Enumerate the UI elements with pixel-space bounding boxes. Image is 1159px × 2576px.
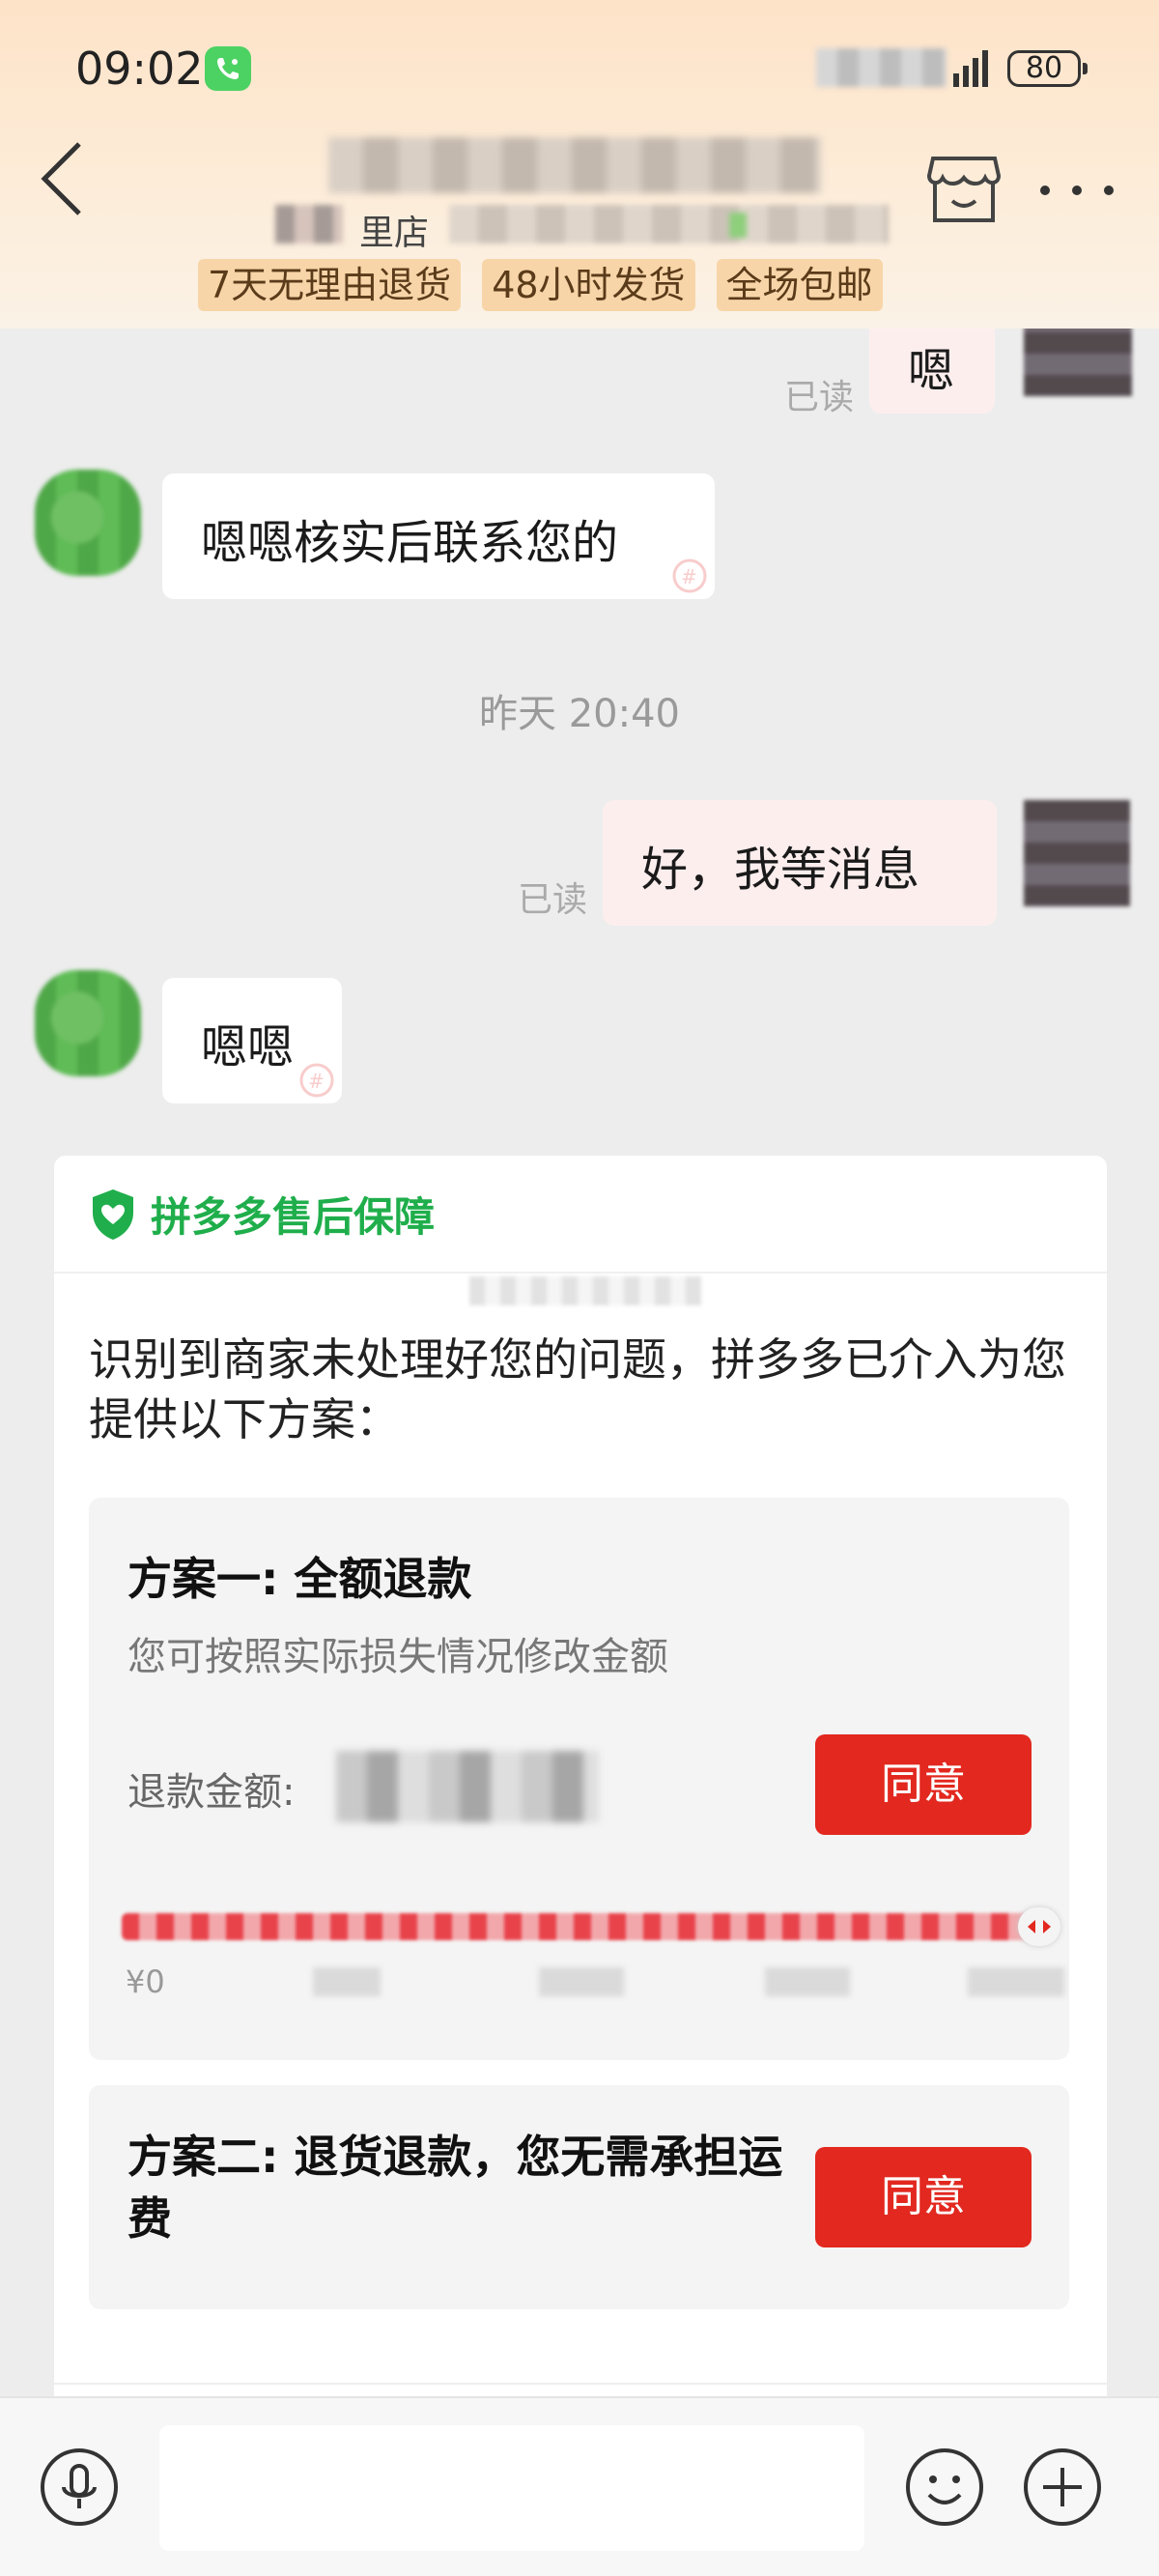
shop-subtitle-blurred <box>449 205 889 243</box>
shield-icon <box>93 1188 133 1240</box>
plan1-title: 方案一: 全额退款 <box>127 1553 472 1605</box>
plan2-title: 方案二: 退货退款，您无需承担运费 <box>127 2131 783 2245</box>
emoji-icon[interactable] <box>904 2447 985 2528</box>
refund-amount-slider[interactable] <box>122 1913 1035 1940</box>
plan1-agree-button[interactable]: 同意 <box>815 1734 1032 1835</box>
shop-title-blurred <box>328 137 821 193</box>
slider-tick-blurred <box>539 1967 624 1996</box>
refund-amount-label: 退款金额: <box>127 1770 296 1815</box>
signal-icon <box>953 50 988 87</box>
store-icon[interactable] <box>927 155 1001 224</box>
plan2-agree-button[interactable]: 同意 <box>815 2147 1032 2247</box>
slider-tick-blurred <box>765 1967 850 1996</box>
after-sales-card: 拼多多售后保障 识别到商家未处理好您的问题，拼多多已介入为您提供以下方案： 方案… <box>54 1156 1107 2396</box>
back-icon[interactable] <box>39 140 87 217</box>
card-bottom-divider <box>54 2383 1107 2385</box>
slider-min-label: ¥0 <box>126 1963 165 2000</box>
card-header: 拼多多售后保障 <box>89 1185 435 1244</box>
shop-subtitle-prefix: 里店 <box>359 214 430 253</box>
message-bubble-mine[interactable]: 嗯 <box>869 329 995 414</box>
slider-arrows-icon <box>1028 1920 1051 1933</box>
message-bubble-seller[interactable]: 嗯嗯核实后联系您的 # <box>162 473 715 599</box>
battery-icon: 80 <box>1007 50 1088 87</box>
message-bubble-seller[interactable]: 嗯嗯 # <box>162 978 342 1103</box>
badge-return: 7天无理由退货 <box>198 259 462 311</box>
slider-tick-blurred <box>313 1967 381 1996</box>
slider-fill <box>122 1913 1035 1940</box>
slider-tick-blurred <box>968 1967 1064 1996</box>
svg-text:#: # <box>308 1070 325 1093</box>
badge-free-shipping: 全场包邮 <box>716 259 883 311</box>
user-avatar[interactable] <box>1024 329 1132 396</box>
message-text: 嗯嗯 <box>201 1020 295 1074</box>
chat-area[interactable]: 已读 嗯 嗯嗯核实后联系您的 # 昨天 20:40 已读 好，我等消息 嗯嗯 #… <box>0 329 1159 2396</box>
sticker-icon: # <box>672 558 707 593</box>
slider-handle[interactable] <box>1018 1907 1060 1946</box>
shop-avatar-blurred <box>275 205 343 243</box>
message-text: 嗯嗯核实后联系您的 <box>201 516 619 570</box>
message-bubble-mine[interactable]: 好，我等消息 <box>603 800 997 926</box>
card-divider <box>54 1272 1107 1274</box>
read-receipt: 已读 <box>518 880 588 920</box>
read-receipt: 已读 <box>784 378 855 417</box>
network-speed-blur <box>816 48 947 87</box>
card-brand-title: 拼多多售后保障 <box>151 1193 436 1241</box>
service-badges: 7天无理由退货 48小时发货 全场包邮 <box>198 259 883 311</box>
user-avatar[interactable] <box>1024 800 1130 906</box>
mic-icon[interactable] <box>39 2447 120 2528</box>
card-watermark-blurred <box>469 1276 701 1305</box>
chat-header: 09:02 80 里店 7天无理由退货 48小时发货 全场包邮 <box>0 0 1159 329</box>
svg-text:#: # <box>681 565 697 588</box>
plus-icon[interactable] <box>1022 2447 1103 2528</box>
message-input[interactable] <box>159 2425 864 2551</box>
input-bar <box>0 2396 1159 2576</box>
plan-return-refund: 方案二: 退货退款，您无需承担运费 同意 <box>89 2085 1069 2309</box>
sticker-icon: # <box>299 1063 334 1098</box>
chat-timestamp: 昨天 20:40 <box>479 692 680 736</box>
plan-full-refund: 方案一: 全额退款 您可按照实际损失情况修改金额 退款金额: 同意 ¥0 <box>89 1498 1069 2060</box>
seller-avatar[interactable] <box>35 970 141 1076</box>
seller-avatar[interactable] <box>35 470 141 576</box>
more-icon[interactable] <box>1038 184 1116 197</box>
status-time: 09:02 <box>75 43 204 95</box>
plan1-description: 您可按照实际损失情况修改金额 <box>127 1635 668 1679</box>
refund-amount-blurred <box>336 1751 599 1822</box>
badge-shipping: 48小时发货 <box>482 259 695 311</box>
call-icon <box>205 46 251 91</box>
card-intro-text: 识别到商家未处理好您的问题，拼多多已介入为您提供以下方案： <box>89 1333 1066 1445</box>
